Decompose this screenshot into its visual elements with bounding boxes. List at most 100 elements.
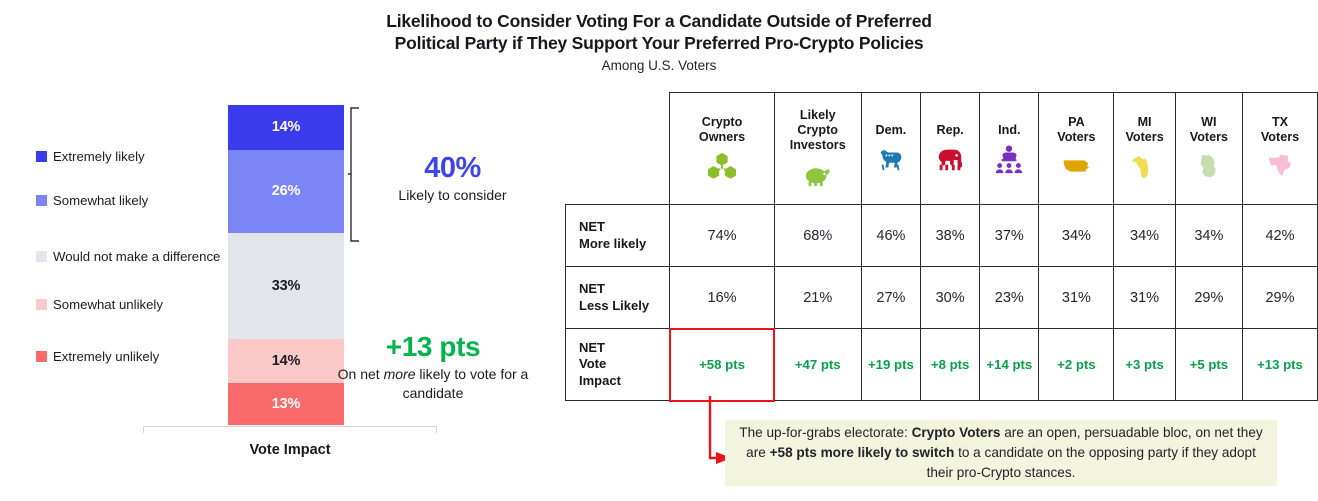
- table-header-label: Rep.: [936, 122, 964, 137]
- table-cell: 38%: [920, 204, 981, 267]
- insight-text-bold-1: Crypto Voters: [911, 425, 1001, 440]
- table-header-label: Ind.: [998, 122, 1021, 137]
- legend-item: Somewhat likely: [36, 192, 148, 209]
- bar-segment-value: 14%: [271, 119, 301, 136]
- table-header-label: PA Voters: [1057, 115, 1096, 144]
- likely-to-consider-value: 40%: [424, 152, 481, 184]
- legend-item: Extremely likely: [36, 148, 145, 165]
- net-impact-caption-pre: On net: [337, 366, 384, 382]
- legend-item-label: Would not make a difference: [53, 249, 221, 264]
- legend-item-label: Extremely likely: [53, 149, 145, 164]
- table-cell: 34%: [1038, 204, 1115, 267]
- table-cell: 31%: [1038, 266, 1115, 329]
- table-cell: +13 pts: [1241, 328, 1318, 401]
- table-header-label: MI Voters: [1125, 115, 1164, 144]
- stacked-bar: 14% 26% 33% 14% 13%: [228, 105, 344, 425]
- table-header-label: Crypto Owners: [698, 115, 746, 144]
- legend-item: Extremely unlikely: [36, 348, 159, 365]
- likely-to-consider-callout: 40% Likely to consider: [370, 152, 535, 203]
- table-header-label: Dem.: [875, 122, 907, 137]
- table-cell: 29%: [1174, 266, 1243, 329]
- table-cell: 21%: [773, 266, 862, 329]
- table-cell: +5 pts: [1174, 328, 1243, 401]
- insight-text-part-3: to a candidate on the opposing party if …: [926, 445, 1256, 480]
- table-header-label: Likely Crypto Investors: [789, 107, 846, 152]
- likely-to-consider-caption: Likely to consider: [398, 187, 507, 203]
- table-cell: +58 pts: [669, 328, 775, 401]
- table-cell: 30%: [920, 266, 981, 329]
- table-cell: 27%: [860, 266, 922, 329]
- table-row-label-net-less-likely: NET Less Likely: [564, 266, 671, 329]
- insight-callout-box: The up-for-grabs electorate: Crypto Vote…: [725, 420, 1277, 486]
- blockchain-cubes-icon: [672, 149, 771, 181]
- table-header-wi-voters: WI Voters: [1174, 92, 1243, 205]
- table-cell: +8 pts: [920, 328, 981, 401]
- legend-swatch-icon: [36, 195, 47, 206]
- likely-bracket: [348, 107, 362, 242]
- bar-segment-value: 33%: [271, 277, 301, 294]
- table-cell: 74%: [669, 204, 775, 267]
- crosstab-table: Crypto Owners Likely Crypto Investors Dem. Rep…: [564, 92, 1318, 401]
- table-header-row: Crypto Owners Likely Crypto Investors Dem. Rep…: [566, 92, 1318, 205]
- bar-segment: 13%: [228, 383, 344, 425]
- podium-speaker-icon: [982, 142, 1036, 174]
- table-cell: 31%: [1113, 266, 1176, 329]
- table-cell: 34%: [1174, 204, 1243, 267]
- wisconsin-map-icon: [1178, 149, 1240, 181]
- bar-segment: 14%: [228, 105, 344, 150]
- table-cell: +19 pts: [860, 328, 922, 401]
- legend-swatch-icon: [36, 299, 47, 310]
- table-cell: +2 pts: [1038, 328, 1115, 401]
- donkey-icon: [864, 142, 918, 174]
- table-header-label: TX Voters: [1260, 115, 1300, 144]
- table-cell: 23%: [979, 266, 1040, 329]
- bar-segment: 26%: [228, 149, 344, 233]
- table-cell: 37%: [979, 204, 1040, 267]
- legend-item-label: Extremely unlikely: [53, 349, 160, 364]
- table-header-label: WI Voters: [1189, 115, 1228, 144]
- bar-segment-value: 14%: [271, 352, 301, 369]
- chart-title-line-1: Likelihood to Consider Voting For a Cand…: [386, 11, 932, 31]
- legend-item: Would not make a difference: [36, 248, 220, 265]
- net-impact-caption-post: likely to vote for a candidate: [402, 366, 529, 401]
- bar-segment-value: 13%: [271, 396, 301, 413]
- table-cell: +3 pts: [1113, 328, 1176, 401]
- table-header-independents: Ind.: [979, 92, 1040, 205]
- legend-item-label: Somewhat unlikely: [53, 297, 163, 312]
- table-row: NET Vote Impact +58 pts +47 pts +19 pts +8 pts…: [564, 328, 1318, 401]
- table-row: NET More likely 74% 68% 46% 38% 37% 34% 34% 34% 42…: [564, 204, 1318, 267]
- table-row-label-net-vote-impact: NET Vote Impact: [564, 328, 671, 401]
- table-cell: +14 pts: [979, 328, 1040, 401]
- table-header-mi-voters: MI Voters: [1113, 92, 1176, 205]
- table-cell: 46%: [860, 204, 922, 267]
- elephant-icon: [923, 142, 977, 174]
- piggy-bank-icon: [777, 157, 859, 189]
- table-cell: 68%: [773, 204, 862, 267]
- legend-swatch-icon: [36, 151, 47, 162]
- net-impact-callout: +13 pts On net more likely to vote for a…: [333, 331, 533, 403]
- bar-axis-line: [143, 426, 437, 433]
- title-block: Likelihood to Consider Voting For a Cand…: [0, 10, 1318, 73]
- table-row-label-net-more-likely: NET More likely: [564, 204, 671, 267]
- chart-canvas: Likelihood to Consider Voting For a Cand…: [0, 0, 1318, 501]
- legend-item: Somewhat unlikely: [36, 296, 163, 313]
- pennsylvania-map-icon: [1041, 149, 1111, 181]
- insight-text-bold-2: +58 pts more likely to switch: [769, 445, 955, 460]
- insight-text-part-1: The up-for-grabs electorate:: [739, 425, 912, 440]
- table-cell: 34%: [1113, 204, 1176, 267]
- texas-map-icon: [1245, 149, 1315, 181]
- bar-segment: 33%: [228, 232, 344, 339]
- table-header-pa-voters: PA Voters: [1038, 92, 1115, 205]
- table-header-likely-crypto-investors: Likely Crypto Investors: [773, 92, 862, 205]
- table-header-republicans: Rep.: [920, 92, 981, 205]
- bar-segment-value: 26%: [271, 183, 301, 200]
- chart-subtitle: Among U.S. Voters: [601, 58, 717, 73]
- legend-item-label: Somewhat likely: [53, 193, 149, 208]
- table-header-democrats: Dem.: [860, 92, 922, 205]
- legend-swatch-icon: [36, 251, 47, 262]
- net-impact-value: +13 pts: [385, 331, 481, 362]
- bar-segment: 14%: [228, 338, 344, 384]
- table-cell: 29%: [1241, 266, 1318, 329]
- net-impact-caption: On net more likely to vote for a candida…: [333, 365, 533, 403]
- bar-axis-label: Vote Impact: [249, 442, 331, 458]
